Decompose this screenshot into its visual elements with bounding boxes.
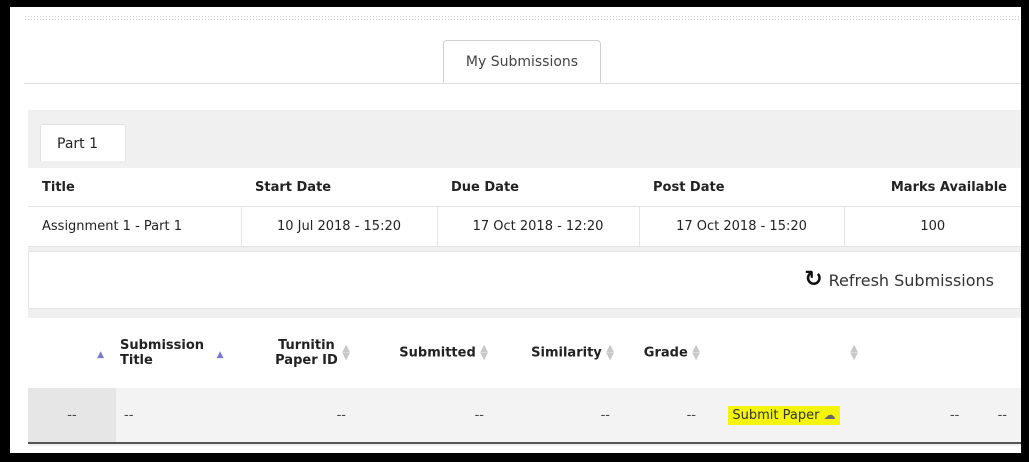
refresh-submissions-button[interactable]: ↻ Refresh Submissions: [804, 267, 994, 292]
header-blank-sortable[interactable]: ▲ ▼: [704, 318, 864, 388]
frame-border-left: [0, 0, 10, 462]
assignment-info-table: Title Start Date Due Date Post Date Mark…: [28, 168, 1021, 247]
header-similarity[interactable]: Similarity ▲ ▼: [492, 318, 618, 388]
header-marks-available: Marks Available: [844, 168, 1021, 207]
header-similarity-label: Similarity: [531, 345, 602, 361]
assignment-row: Assignment 1 - Part 1 10 Jul 2018 - 15:2…: [28, 206, 1021, 247]
frame-border-bottom: [0, 453, 1029, 462]
header-due-date: Due Date: [437, 168, 639, 207]
submissions-table: ▲ Submission Title ▲ Turnitin Paper ID ▲…: [28, 318, 1021, 444]
header-title: Title: [28, 168, 241, 207]
header-paper-id-line1: Turnitin: [278, 338, 335, 353]
assignment-title: Assignment 1 - Part 1: [28, 206, 242, 247]
submission-row: -- -- -- -- -- -- Submit Paper ☁ -- --: [28, 388, 1021, 444]
grade-value: --: [618, 388, 704, 444]
submit-paper-label: Submit Paper: [732, 407, 820, 423]
row-cell-0: --: [28, 388, 116, 444]
sort-both-icon: ▲ ▼: [480, 343, 488, 362]
submit-paper-cell: Submit Paper ☁: [704, 388, 864, 444]
header-submission-title-line2: Title: [120, 353, 153, 368]
refresh-icon: ↻: [804, 267, 823, 292]
paper-id-value: --: [236, 388, 354, 444]
header-post-date: Post Date: [639, 168, 844, 207]
row-cell-8: --: [997, 407, 1007, 423]
header-grade-label: Grade: [643, 345, 688, 361]
cloud-upload-icon: ☁: [823, 407, 836, 422]
sort-both-icon: ▲ ▼: [850, 343, 858, 362]
header-submitted-label: Submitted: [399, 345, 476, 361]
similarity-value: --: [492, 388, 618, 444]
header-turnitin-paper-id[interactable]: Turnitin Paper ID ▲ ▼: [236, 318, 354, 388]
header-submission-title-line1: Submission: [120, 338, 205, 353]
post-date-value: 17 Oct 2018 - 15:20: [639, 206, 845, 247]
sort-both-icon: ▲ ▼: [342, 343, 350, 362]
header-submitted[interactable]: Submitted ▲ ▼: [354, 318, 492, 388]
header-blank: [864, 318, 1021, 388]
row-trailing-cells: -- --: [864, 388, 1021, 444]
header-submission-title[interactable]: Submission Title ▲: [116, 318, 236, 388]
frame-border-top: [0, 0, 1029, 7]
marks-available-value: 100: [844, 206, 1021, 247]
start-date-value: 10 Jul 2018 - 15:20: [241, 206, 438, 247]
submissions-header-row: ▲ Submission Title ▲ Turnitin Paper ID ▲…: [28, 318, 1021, 388]
header-start-date: Start Date: [241, 168, 437, 207]
assignment-header-row: Title Start Date Due Date Post Date Mark…: [28, 168, 1021, 207]
submission-title-value: --: [116, 388, 236, 444]
sort-both-icon: ▲ ▼: [692, 343, 700, 362]
sort-column-0[interactable]: ▲: [28, 318, 116, 388]
frame-border-right: [1021, 0, 1029, 462]
submit-paper-button[interactable]: Submit Paper ☁: [728, 405, 840, 425]
due-date-value: 17 Oct 2018 - 12:20: [437, 206, 640, 247]
tab-part-1[interactable]: Part 1: [40, 124, 126, 161]
refresh-submissions-label: Refresh Submissions: [828, 270, 994, 290]
submitted-value: --: [354, 388, 492, 444]
header-grade[interactable]: Grade ▲ ▼: [618, 318, 704, 388]
dotted-divider: [24, 15, 1019, 21]
sort-both-icon: ▲ ▼: [606, 343, 614, 362]
refresh-container: ↻ Refresh Submissions: [28, 251, 1021, 309]
sort-asc-icon: ▲: [97, 349, 104, 360]
header-paper-id-line2: Paper ID: [275, 353, 338, 368]
sort-asc-icon: ▲: [216, 349, 224, 360]
tab-my-submissions[interactable]: My Submissions: [443, 40, 601, 83]
row-cell-7: --: [949, 407, 960, 423]
